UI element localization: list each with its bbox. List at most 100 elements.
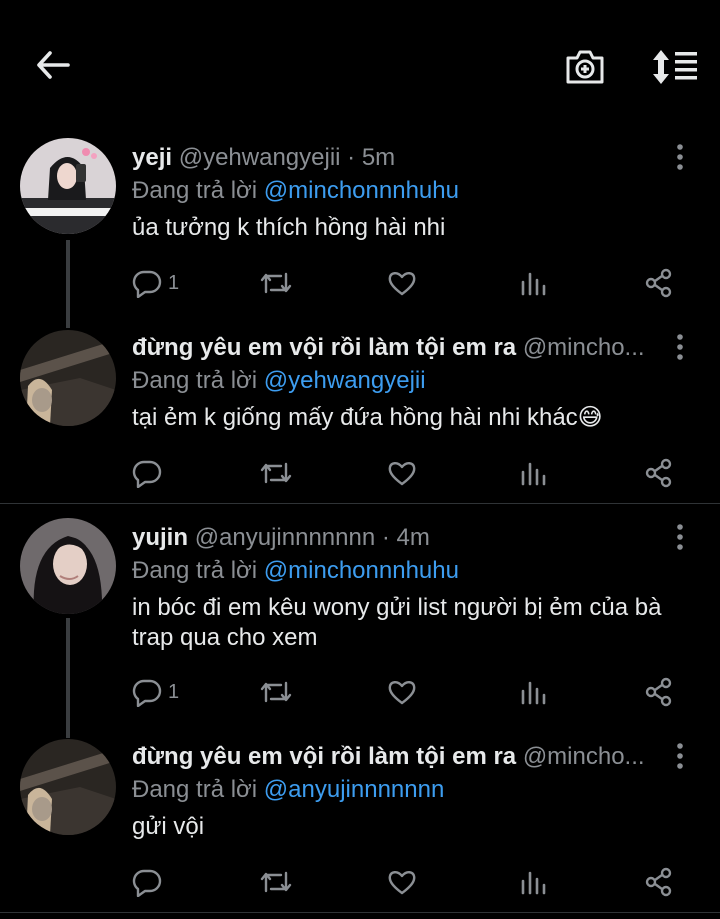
divider	[0, 503, 720, 504]
replying-to: Đang trả lời @anyujinnnnnnn	[132, 776, 706, 804]
tweet-reply-2[interactable]: đừng yêu em vội rồi làm tội em ra @minch…	[0, 737, 720, 919]
heart-icon	[387, 268, 417, 298]
tweet-actions	[132, 865, 692, 899]
bar-chart-icon	[518, 867, 548, 897]
more-vertical-icon[interactable]	[666, 741, 694, 771]
thread-line	[66, 240, 70, 328]
reply-count: 1	[168, 271, 180, 294]
replying-to: Đang trả lời @minchonnnhuhu	[132, 557, 706, 585]
reply-count: 1	[168, 680, 180, 703]
mention-link[interactable]: @anyujinnnnnnn	[264, 776, 445, 803]
share-icon	[644, 458, 674, 488]
tweet-yujin[interactable]: yujin @anyujinnnnnnn · 4m Đang trả lời @…	[0, 518, 720, 738]
handle[interactable]: @mincho...	[523, 334, 645, 361]
thread-line	[66, 618, 70, 738]
tweet-text: tại ẻm k giống mấy đứa hồng hài nhi khác…	[132, 404, 603, 431]
reply-bubble-icon	[132, 458, 162, 488]
bar-chart-icon	[518, 458, 548, 488]
share-icon	[644, 268, 674, 298]
tweet-yeji[interactable]: yeji @yehwangyejii · 5m Đang trả lời @mi…	[0, 138, 720, 328]
tweet-content: đừng yêu em vội rồi làm tội em ra @minch…	[132, 334, 706, 433]
avatar[interactable]	[20, 138, 116, 234]
display-name[interactable]: yujin	[132, 524, 188, 551]
replying-to: Đang trả lời @yehwangyejii	[132, 367, 706, 395]
mention-link[interactable]: @minchonnnhuhu	[264, 177, 459, 204]
handle[interactable]: @yehwangyejii	[179, 144, 341, 171]
camera-plus-icon[interactable]	[558, 40, 612, 94]
retweet-button[interactable]	[259, 456, 293, 490]
more-vertical-icon[interactable]	[666, 522, 694, 552]
retweet-button[interactable]	[259, 865, 293, 899]
tweet-header: yeji @yehwangyejii · 5m	[132, 144, 662, 172]
heart-icon	[387, 677, 417, 707]
reply-bubble-icon	[132, 867, 162, 897]
top-bar	[0, 0, 720, 125]
replying-prefix: Đang trả lời	[132, 776, 258, 803]
mention-link[interactable]: @minchonnnhuhu	[264, 557, 459, 584]
tweet-header: yujin @anyujinnnnnnn · 4m	[132, 524, 662, 552]
handle[interactable]: @anyujinnnnnnn	[195, 524, 376, 551]
tweet-content: yujin @anyujinnnnnnn · 4m Đang trả lời @…	[132, 524, 706, 653]
reply-bubble-icon	[132, 677, 162, 707]
retweet-button[interactable]	[259, 266, 293, 300]
reply-button[interactable]: 1	[132, 266, 179, 300]
display-name[interactable]: yeji	[132, 144, 172, 171]
share-button[interactable]	[644, 675, 674, 709]
replying-prefix: Đang trả lời	[132, 177, 258, 204]
like-button[interactable]	[387, 456, 417, 490]
reply-button[interactable]: 1	[132, 675, 179, 709]
share-button[interactable]	[644, 266, 674, 300]
tweet-text: ủa tưởng k thích hồng hài nhi	[132, 214, 446, 241]
like-button[interactable]	[387, 865, 417, 899]
stats-button[interactable]	[518, 266, 548, 300]
like-button[interactable]	[387, 675, 417, 709]
replying-prefix: Đang trả lời	[132, 557, 258, 584]
display-name[interactable]: đừng yêu em vội rồi làm tội em ra	[132, 743, 516, 770]
avatar[interactable]	[20, 330, 116, 426]
retweet-icon	[259, 458, 293, 488]
dot-separator: ·	[347, 144, 356, 171]
dot-separator: ·	[381, 524, 390, 551]
display-name[interactable]: đừng yêu em vội rồi làm tội em ra	[132, 334, 516, 361]
share-button[interactable]	[644, 456, 674, 490]
like-button[interactable]	[387, 266, 417, 300]
back-arrow-icon[interactable]	[28, 40, 78, 90]
tweet-actions	[132, 456, 692, 490]
tweet-content: yeji @yehwangyejii · 5m Đang trả lời @mi…	[132, 144, 706, 243]
timestamp[interactable]: 4m	[397, 524, 430, 551]
tweet-content: đừng yêu em vội rồi làm tội em ra @minch…	[132, 743, 706, 842]
stats-button[interactable]	[518, 675, 548, 709]
sort-list-icon[interactable]	[646, 40, 704, 94]
heart-icon	[387, 458, 417, 488]
share-button[interactable]	[644, 865, 674, 899]
retweet-icon	[259, 268, 293, 298]
retweet-icon	[259, 867, 293, 897]
reply-bubble-icon	[132, 268, 162, 298]
stats-button[interactable]	[518, 865, 548, 899]
stats-button[interactable]	[518, 456, 548, 490]
tweet-text: in bóc đi em kêu wony gửi list người bị …	[132, 594, 662, 651]
bar-chart-icon	[518, 677, 548, 707]
tweet-reply-1[interactable]: đừng yêu em vội rồi làm tội em ra @minch…	[0, 328, 720, 498]
more-vertical-icon[interactable]	[666, 332, 694, 362]
timestamp[interactable]: 5m	[362, 144, 395, 171]
handle[interactable]: @mincho...	[523, 743, 645, 770]
mention-link[interactable]: @yehwangyejii	[264, 367, 426, 394]
reply-button[interactable]	[132, 865, 162, 899]
tweet-header: đừng yêu em vội rồi làm tội em ra @minch…	[132, 334, 662, 362]
tweet-actions: 1	[132, 266, 692, 300]
replying-to: Đang trả lời @minchonnnhuhu	[132, 177, 706, 205]
retweet-icon	[259, 677, 293, 707]
bar-chart-icon	[518, 268, 548, 298]
more-vertical-icon[interactable]	[666, 142, 694, 172]
tweet-actions: 1	[132, 675, 692, 709]
share-icon	[644, 677, 674, 707]
avatar[interactable]	[20, 518, 116, 614]
tweet-text: gửi vội	[132, 813, 205, 840]
avatar[interactable]	[20, 739, 116, 835]
reply-button[interactable]	[132, 456, 162, 490]
heart-icon	[387, 867, 417, 897]
replying-prefix: Đang trả lời	[132, 367, 258, 394]
share-icon	[644, 867, 674, 897]
retweet-button[interactable]	[259, 675, 293, 709]
